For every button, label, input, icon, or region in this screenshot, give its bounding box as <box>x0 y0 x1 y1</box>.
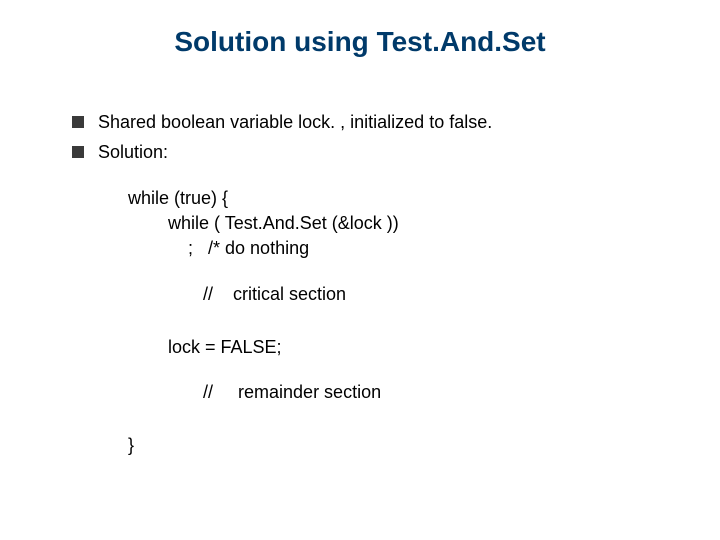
bullet-list: Shared boolean variable lock. , initiali… <box>72 110 672 171</box>
code-block: while (true) { while ( Test.And.Set (&lo… <box>128 186 399 458</box>
code-line: ; /* do nothing <box>128 236 399 261</box>
slide: Solution using Test.And.Set Shared boole… <box>0 0 720 540</box>
square-bullet-icon <box>72 116 84 128</box>
code-line: // remainder section <box>128 380 399 405</box>
bullet-text: Solution: <box>98 140 168 164</box>
list-item: Solution: <box>72 140 672 164</box>
square-bullet-icon <box>72 146 84 158</box>
code-line: // critical section <box>128 282 399 307</box>
list-item: Shared boolean variable lock. , initiali… <box>72 110 672 134</box>
bullet-text: Shared boolean variable lock. , initiali… <box>98 110 492 134</box>
code-line: } <box>128 433 399 458</box>
code-line: lock = FALSE; <box>128 335 399 360</box>
code-line: while (true) { <box>128 186 399 211</box>
code-line: while ( Test.And.Set (&lock )) <box>128 211 399 236</box>
slide-title: Solution using Test.And.Set <box>0 26 720 58</box>
